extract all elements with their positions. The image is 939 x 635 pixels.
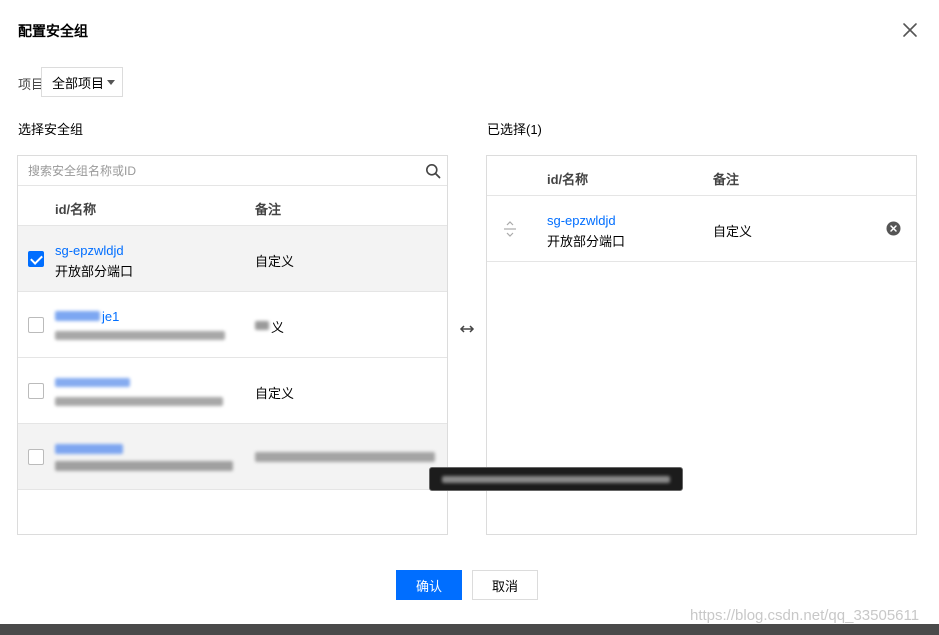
search-icon[interactable] [425,163,441,179]
project-select[interactable]: 全部项目 [41,67,123,97]
column-header-note: 备注 [713,172,740,187]
selected-table-header: id/名称 备注 [487,156,916,196]
search-input[interactable] [18,156,418,185]
close-icon [903,23,917,37]
select-security-group-title: 选择安全组 [18,122,84,137]
row-checkbox[interactable] [28,317,44,333]
bottom-bar [0,624,939,635]
row-checkbox[interactable] [28,449,44,465]
redacted-note [255,452,435,462]
table-row[interactable]: 自定义 [18,358,447,424]
selected-row-description: 开放部分端口 [547,234,626,249]
table-row[interactable]: je1 义 [18,292,447,358]
redacted-description [55,461,233,471]
close-button[interactable] [900,20,920,40]
redacted-description [55,397,223,406]
transfer-arrows-icon [459,325,475,333]
selected-row: sg-epzwldjd 开放部分端口 自定义 [487,196,916,262]
search-box [18,156,447,186]
drag-handle-icon[interactable] [502,220,518,238]
row-description: 开放部分端口 [55,264,134,279]
remove-circle-icon[interactable] [886,221,901,236]
redacted-id [55,378,130,387]
row-note: 自定义 [255,254,295,269]
redacted-tooltip-text [442,476,670,483]
redacted-note [255,321,269,330]
selected-row-note: 自定义 [713,224,753,239]
tooltip [429,467,683,491]
redacted-description [55,331,225,340]
row-checkbox[interactable] [28,251,44,267]
watermark: https://blog.csdn.net/qq_33505611 [690,607,920,624]
source-list-panel: id/名称 备注 sg-epzwldjd 开放部分端口 自定义 je1 义 自定… [17,155,448,535]
selected-title: 已选择(1) [487,122,542,137]
chevron-down-icon [107,80,115,85]
redacted-id [55,311,100,321]
source-table-header: id/名称 备注 [18,186,447,226]
column-header-id: id/名称 [547,172,589,187]
project-select-value: 全部项目 [52,75,105,91]
row-note: 义 [271,320,285,335]
confirm-button[interactable]: 确认 [396,570,462,600]
redacted-id [55,444,123,454]
column-header-note: 备注 [255,202,282,217]
cancel-button[interactable]: 取消 [472,570,538,600]
column-header-id: id/名称 [55,202,97,217]
row-id-link[interactable]: je1 [102,309,119,324]
table-row[interactable] [18,424,447,490]
row-id-link[interactable]: sg-epzwldjd [55,243,124,258]
row-note: 自定义 [255,386,295,401]
row-checkbox[interactable] [28,383,44,399]
dialog-title: 配置安全组 [18,23,88,39]
table-row[interactable]: sg-epzwldjd 开放部分端口 自定义 [18,226,447,292]
selected-row-id-link[interactable]: sg-epzwldjd [547,213,616,228]
